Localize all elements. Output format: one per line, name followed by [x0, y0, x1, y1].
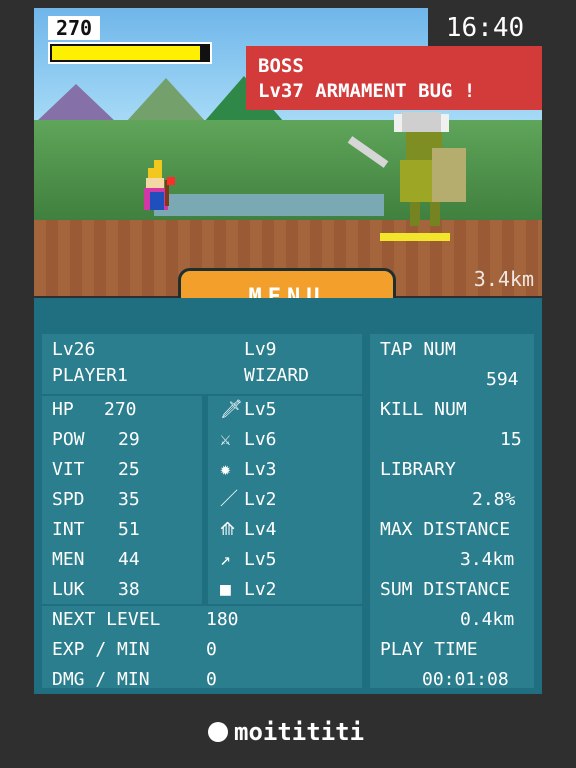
- equip-level: Lv4: [244, 519, 277, 540]
- equip-level: Lv6: [244, 429, 277, 450]
- armament-bug-boss: [347, 112, 466, 226]
- equip-level: Lv5: [244, 399, 277, 420]
- stat-value: 44: [118, 549, 140, 570]
- summary-value: 0: [206, 639, 217, 660]
- record-label: PLAY TIME: [380, 639, 478, 660]
- record-label: KILL NUM: [380, 399, 467, 420]
- stat-value: 35: [118, 489, 140, 510]
- record-label: SUM DISTANCE: [380, 579, 511, 600]
- equip-icon: ↗: [220, 549, 231, 570]
- player-hp-bar: [48, 42, 212, 64]
- equip-level: Lv3: [244, 459, 277, 480]
- stat-value: 38: [118, 579, 140, 600]
- equip-icon: ⟰: [220, 519, 236, 540]
- equip-level: Lv2: [244, 489, 277, 510]
- class-level: Lv9: [244, 339, 277, 360]
- summary-label: EXP / MIN: [52, 639, 150, 660]
- footer-brand: moitititi: [208, 715, 368, 749]
- equip-icon: ✹: [220, 459, 231, 480]
- boss-name: Lv37 ARMAMENT BUG !: [258, 80, 476, 102]
- wizard-sprite: [144, 160, 175, 210]
- stat-value: 270: [104, 399, 137, 420]
- stat-label: SPD: [52, 489, 85, 510]
- player-name: PLAYER1: [52, 365, 128, 386]
- stat-value: 25: [118, 459, 140, 480]
- record-label: LIBRARY: [380, 459, 456, 480]
- mountain-left: [36, 84, 116, 122]
- boss-title: BOSS: [258, 55, 304, 77]
- player-hp-number: 270: [48, 16, 100, 40]
- stat-label: INT: [52, 519, 85, 540]
- equip-level: Lv5: [244, 549, 277, 570]
- summary-value: 0: [206, 669, 217, 690]
- equip-icon: ⚔: [220, 429, 231, 450]
- battle-scene: 270 16:40 BOSS Lv37 ARMAMENT BUG ! 3.4km: [34, 8, 542, 296]
- stat-label: MEN: [52, 549, 85, 570]
- record-value: 3.4km: [460, 549, 515, 570]
- game-screen: 270 16:40 BOSS Lv37 ARMAMENT BUG ! 3.4km…: [0, 0, 576, 768]
- record-value: 00:01:08: [422, 669, 509, 690]
- stat-value: 29: [118, 429, 140, 450]
- record-value: 594: [486, 369, 519, 390]
- equip-level: Lv2: [244, 579, 277, 600]
- clock: 16:40: [428, 8, 542, 48]
- summary-value: 180: [206, 609, 239, 630]
- boss-hp-bar: [380, 233, 450, 241]
- brand-icon: [208, 722, 228, 742]
- summary-label: DMG / MIN: [52, 669, 150, 690]
- equip-icon: ／: [220, 489, 238, 510]
- equip-icon: 🗡: [220, 399, 243, 420]
- record-value: 2.8%: [472, 489, 516, 510]
- equip-icon: ■: [220, 579, 231, 600]
- stat-value: 51: [118, 519, 140, 540]
- player-level: Lv26: [52, 339, 96, 360]
- record-label: MAX DISTANCE: [380, 519, 511, 540]
- class-name: WIZARD: [244, 365, 310, 386]
- stat-label: LUK: [52, 579, 85, 600]
- stat-label: HP: [52, 399, 74, 420]
- record-label: TAP NUM: [380, 339, 456, 360]
- brand-text: moitititi: [234, 718, 365, 746]
- stats-panel: Lv26 PLAYER1 Lv9 WIZARD HP 270 🗡 Lv5 POW…: [34, 298, 542, 694]
- mountain-middle: [126, 78, 206, 122]
- boss-banner: BOSS Lv37 ARMAMENT BUG !: [246, 46, 542, 110]
- record-value: 15: [500, 429, 522, 450]
- stat-label: POW: [52, 429, 85, 450]
- summary-label: NEXT LEVEL: [52, 609, 161, 630]
- player-hp-fill: [52, 46, 200, 60]
- current-distance: 3.4km: [473, 267, 534, 291]
- stat-label: VIT: [52, 459, 85, 480]
- record-value: 0.4km: [460, 609, 515, 630]
